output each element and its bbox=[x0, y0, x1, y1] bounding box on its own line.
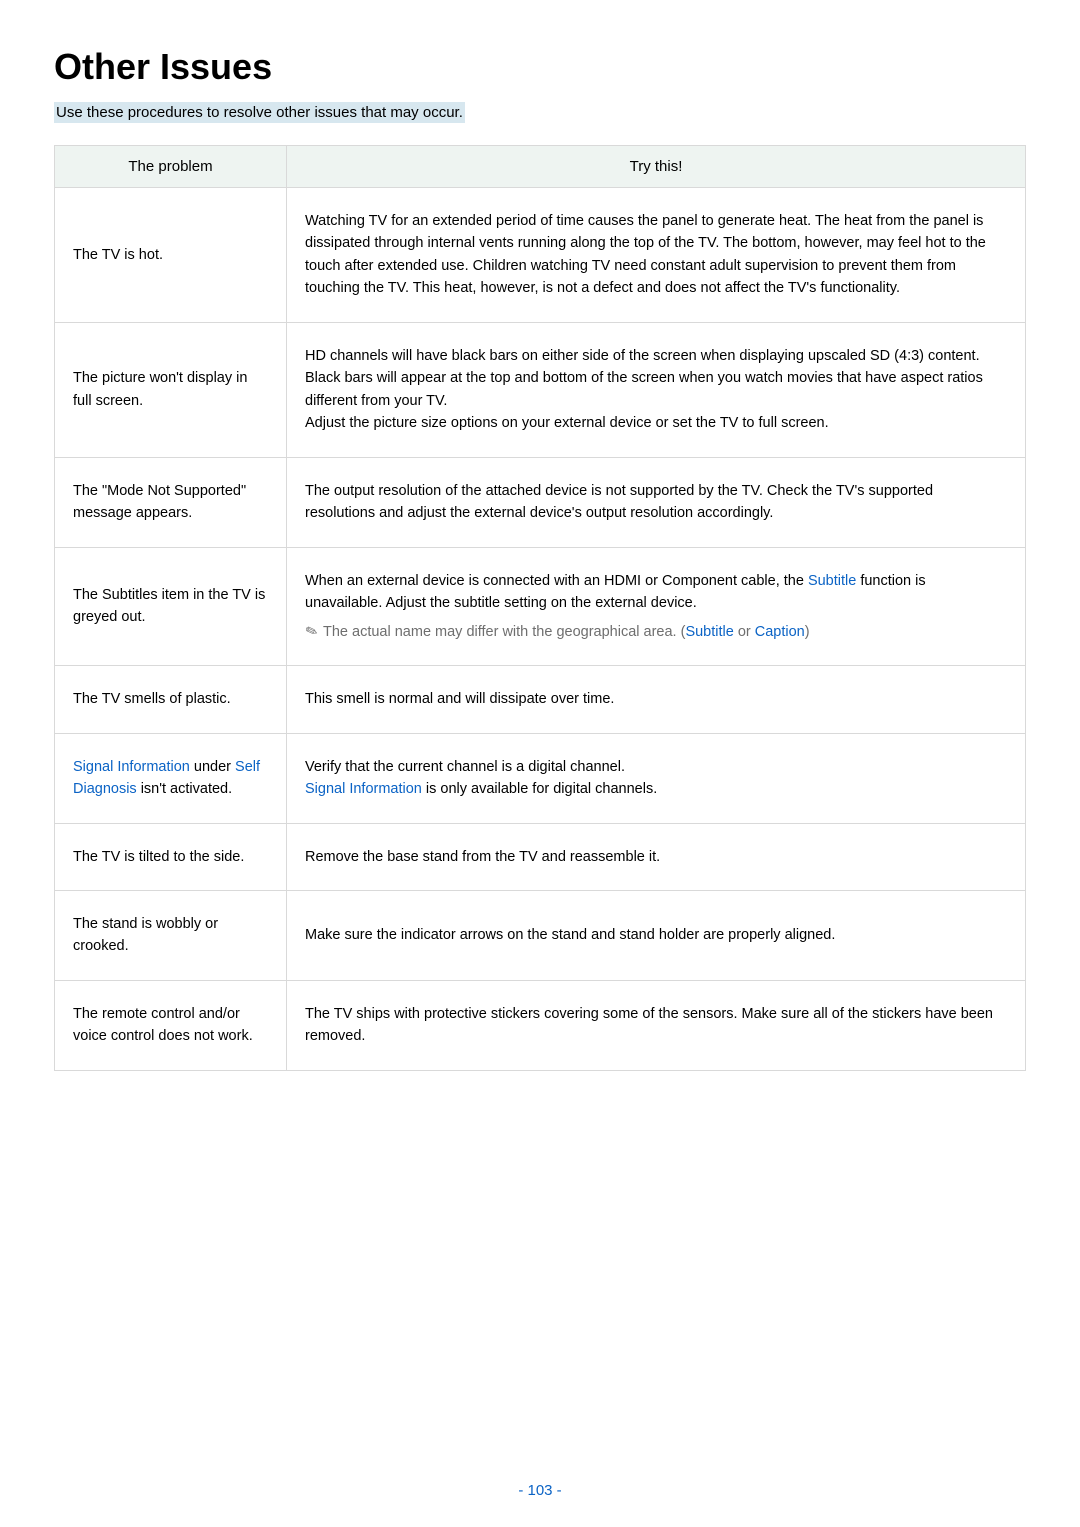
table-row: The Subtitles item in the TV is greyed o… bbox=[55, 547, 1026, 665]
problem-cell: The "Mode Not Supported" message appears… bbox=[55, 457, 287, 547]
solution-cell: Verify that the current channel is a dig… bbox=[287, 733, 1026, 823]
problem-cell: The stand is wobbly or crooked. bbox=[55, 890, 287, 980]
solution-cell: This smell is normal and will dissipate … bbox=[287, 666, 1026, 733]
solution-para: When an external device is connected wit… bbox=[305, 570, 1007, 615]
solution-text: When an external device is connected wit… bbox=[305, 573, 808, 589]
subtitle-link[interactable]: Subtitle bbox=[685, 624, 733, 640]
note-text: The actual name may differ with the geog… bbox=[323, 624, 685, 640]
header-try: Try this! bbox=[287, 146, 1026, 188]
solution-cell: The TV ships with protective stickers co… bbox=[287, 980, 1026, 1070]
problem-cell: Signal Information under Self Diagnosis … bbox=[55, 733, 287, 823]
note-text: or bbox=[734, 624, 755, 640]
solution-para: Adjust the picture size options on your … bbox=[305, 412, 1007, 434]
problem-cell: The picture won't display in full screen… bbox=[55, 322, 287, 457]
solution-cell: The output resolution of the attached de… bbox=[287, 457, 1026, 547]
note-text: ) bbox=[805, 624, 810, 640]
solution-cell: Watching TV for an extended period of ti… bbox=[287, 188, 1026, 323]
table-row: The TV is hot. Watching TV for an extend… bbox=[55, 188, 1026, 323]
page-title: Other Issues bbox=[54, 46, 1026, 88]
signal-information-link[interactable]: Signal Information bbox=[305, 781, 422, 797]
solution-para: Black bars will appear at the top and bo… bbox=[305, 367, 1007, 412]
table-row: The stand is wobbly or crooked. Make sur… bbox=[55, 890, 1026, 980]
solution-text: is only available for digital channels. bbox=[422, 781, 657, 797]
problem-text: isn't activated. bbox=[137, 781, 232, 797]
subtitle-link[interactable]: Subtitle bbox=[808, 573, 856, 589]
intro-text: Use these procedures to resolve other is… bbox=[54, 102, 465, 123]
problem-cell: The TV smells of plastic. bbox=[55, 666, 287, 733]
table-row: The TV is tilted to the side. Remove the… bbox=[55, 823, 1026, 890]
table-row: The "Mode Not Supported" message appears… bbox=[55, 457, 1026, 547]
solution-para: HD channels will have black bars on eith… bbox=[305, 345, 1007, 367]
solution-para: Verify that the current channel is a dig… bbox=[305, 756, 1007, 778]
signal-information-link[interactable]: Signal Information bbox=[73, 759, 190, 775]
problem-text: under bbox=[190, 759, 235, 775]
solution-cell: When an external device is connected wit… bbox=[287, 547, 1026, 665]
table-row: The picture won't display in full screen… bbox=[55, 322, 1026, 457]
solution-cell: Remove the base stand from the TV and re… bbox=[287, 823, 1026, 890]
page-number: - 103 - bbox=[0, 1482, 1080, 1499]
problem-cell: The remote control and/or voice control … bbox=[55, 980, 287, 1070]
table-row: The TV smells of plastic. This smell is … bbox=[55, 666, 1026, 733]
solution-cell: Make sure the indicator arrows on the st… bbox=[287, 890, 1026, 980]
table-row: The remote control and/or voice control … bbox=[55, 980, 1026, 1070]
note-line: ✎The actual name may differ with the geo… bbox=[305, 621, 1007, 643]
caption-link[interactable]: Caption bbox=[755, 624, 805, 640]
solution-cell: HD channels will have black bars on eith… bbox=[287, 322, 1026, 457]
solution-para: Signal Information is only available for… bbox=[305, 778, 1007, 800]
issues-table: The problem Try this! The TV is hot. Wat… bbox=[54, 145, 1026, 1071]
table-row: Signal Information under Self Diagnosis … bbox=[55, 733, 1026, 823]
problem-cell: The TV is hot. bbox=[55, 188, 287, 323]
header-problem: The problem bbox=[55, 146, 287, 188]
pencil-icon: ✎ bbox=[302, 619, 323, 645]
problem-cell: The Subtitles item in the TV is greyed o… bbox=[55, 547, 287, 665]
problem-cell: The TV is tilted to the side. bbox=[55, 823, 287, 890]
